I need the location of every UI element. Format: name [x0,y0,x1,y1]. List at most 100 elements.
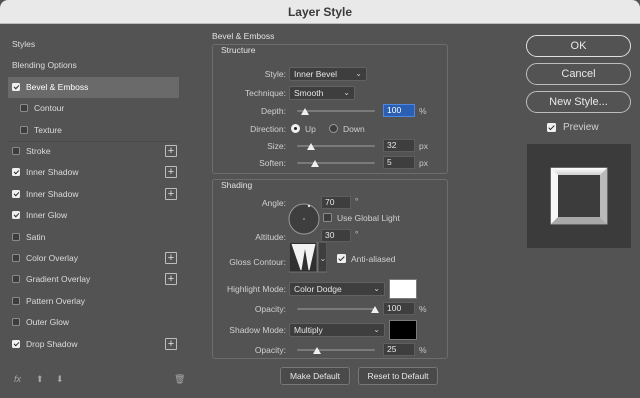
style-item-checkbox[interactable] [12,296,20,305]
depth-slider-thumb[interactable] [300,108,309,115]
style-item[interactable]: Bevel & Emboss [8,76,179,98]
style-item[interactable]: Satin [8,227,179,248]
shadow-opacity-track[interactable] [297,349,375,351]
style-item-label: Inner Shadow [26,167,79,178]
chevron-down-icon: ⌄ [373,325,380,334]
fx-icon[interactable]: fx [14,374,21,384]
style-item[interactable]: Blending Options [8,55,179,76]
style-item-label: Stroke [26,146,51,156]
highlight-opacity-thumb[interactable] [371,306,379,313]
style-item-checkbox[interactable] [12,339,20,348]
style-item[interactable]: Inner Glow [8,205,179,226]
shadow-opacity-label: Opacity: [254,345,286,355]
highlight-opacity-track[interactable] [297,308,375,310]
style-item-checkbox[interactable] [12,168,20,177]
shadow-opacity-input[interactable]: 25 [383,343,415,356]
style-item-label: Outer Glow [26,317,69,328]
use-global-light-checkbox[interactable] [323,213,332,222]
style-item[interactable]: Styles [8,34,179,55]
style-item-checkbox[interactable] [12,232,20,241]
direction-down-radio[interactable] [329,124,338,133]
style-item-checkbox[interactable] [20,104,28,113]
style-item[interactable]: Gradient Overlay + [8,269,179,290]
style-item[interactable]: Outer Glow [8,312,179,333]
style-item[interactable]: Contour [8,98,179,119]
add-instance-icon[interactable]: + [165,252,177,264]
reset-to-default-button[interactable]: Reset to Default [358,367,438,385]
style-item-checkbox[interactable] [12,211,20,220]
shadow-color-swatch[interactable] [389,320,417,340]
size-slider-thumb[interactable] [307,143,316,150]
style-item-label: Color Overlay [26,253,78,263]
chevron-down-icon: ⌄ [355,69,362,78]
style-item-label: Inner Shadow [26,188,79,199]
add-instance-icon[interactable]: + [165,273,177,286]
style-select[interactable]: Inner Bevel ⌄ [289,67,367,81]
move-down-icon[interactable]: ⬇ [56,374,64,385]
add-instance-icon[interactable]: + [165,166,177,179]
style-item-checkbox[interactable] [12,82,20,91]
angle-dial[interactable] [287,202,321,236]
shadow-opacity-thumb[interactable] [312,347,321,354]
move-up-icon[interactable]: ⬆ [36,374,44,385]
highlight-mode-select[interactable]: Color Dodge ⌄ [289,282,385,296]
section-title: Bevel & Emboss [212,31,275,41]
style-item-label: Blending Options [12,60,77,71]
angle-label: Angle: [261,198,286,208]
highlight-opacity-input[interactable]: 100 [383,302,415,315]
preview-checkbox[interactable] [547,123,556,132]
soften-input[interactable]: 5 [383,156,415,169]
ok-button[interactable]: OK [526,35,631,57]
new-style-button[interactable]: New Style... [526,91,631,113]
style-item[interactable]: Inner Shadow + [8,184,179,205]
altitude-degree: ° [355,229,359,239]
style-item[interactable]: Texture [8,120,179,141]
add-instance-icon[interactable]: + [165,187,177,200]
style-item[interactable]: Inner Shadow + [8,162,179,183]
style-item-checkbox[interactable] [12,254,20,262]
altitude-input[interactable]: 30 [321,229,351,242]
preview-label: Preview [563,122,599,133]
shadow-mode-select[interactable]: Multiply ⌄ [289,323,385,337]
trash-icon[interactable]: 🗑 [174,374,185,385]
style-item-label: Gradient Overlay [26,274,91,285]
soften-slider-track[interactable] [297,162,375,164]
angle-degree: ° [355,196,359,206]
style-item[interactable]: Pattern Overlay [8,291,179,312]
direction-up-radio[interactable] [291,124,300,133]
style-item-checkbox[interactable] [12,189,20,198]
styles-list: Styles Blending Options Bevel & Emboss Cont… [8,34,185,388]
highlight-color-swatch[interactable] [389,279,417,299]
add-instance-icon[interactable]: + [165,145,177,157]
gloss-contour-picker[interactable]: ⌄ [289,242,327,276]
depth-input[interactable]: 100 [383,104,415,117]
style-item[interactable]: Drop Shadow + [8,334,179,355]
style-item-checkbox[interactable] [20,125,28,134]
size-input[interactable]: 32 [383,139,415,152]
soften-slider-thumb[interactable] [310,160,319,167]
style-item-checkbox[interactable] [12,275,20,284]
add-instance-icon[interactable]: + [165,337,177,350]
anti-aliased-checkbox[interactable] [337,254,346,263]
style-item-label: Satin [26,231,46,242]
depth-label: Depth: [260,106,286,116]
style-item-label: Pattern Overlay [26,295,86,306]
make-default-button[interactable]: Make Default [280,367,350,385]
shading-group: Shading Angle: 70 ° Use Global Light Alt… [212,179,448,359]
angle-input[interactable]: 70 [321,196,351,209]
style-item-label: Inner Glow [26,210,68,221]
technique-select[interactable]: Smooth ⌄ [289,86,355,100]
chevron-down-icon: ⌄ [373,284,380,293]
style-item-checkbox[interactable] [12,147,20,155]
title-bar: Layer Style [0,0,640,24]
highlight-mode-value: Color Dodge [294,284,342,294]
style-item-checkbox[interactable] [12,318,20,327]
shadow-opacity-unit: % [419,345,427,355]
style-item-label: Styles [12,39,36,49]
highlight-opacity-label: Opacity: [254,304,286,314]
cancel-button[interactable]: Cancel [526,63,631,85]
technique-label: Technique: [244,88,286,98]
style-item[interactable]: Color Overlay + [8,248,179,269]
style-label: Style: [264,69,286,79]
style-item[interactable]: Stroke + [8,141,179,162]
